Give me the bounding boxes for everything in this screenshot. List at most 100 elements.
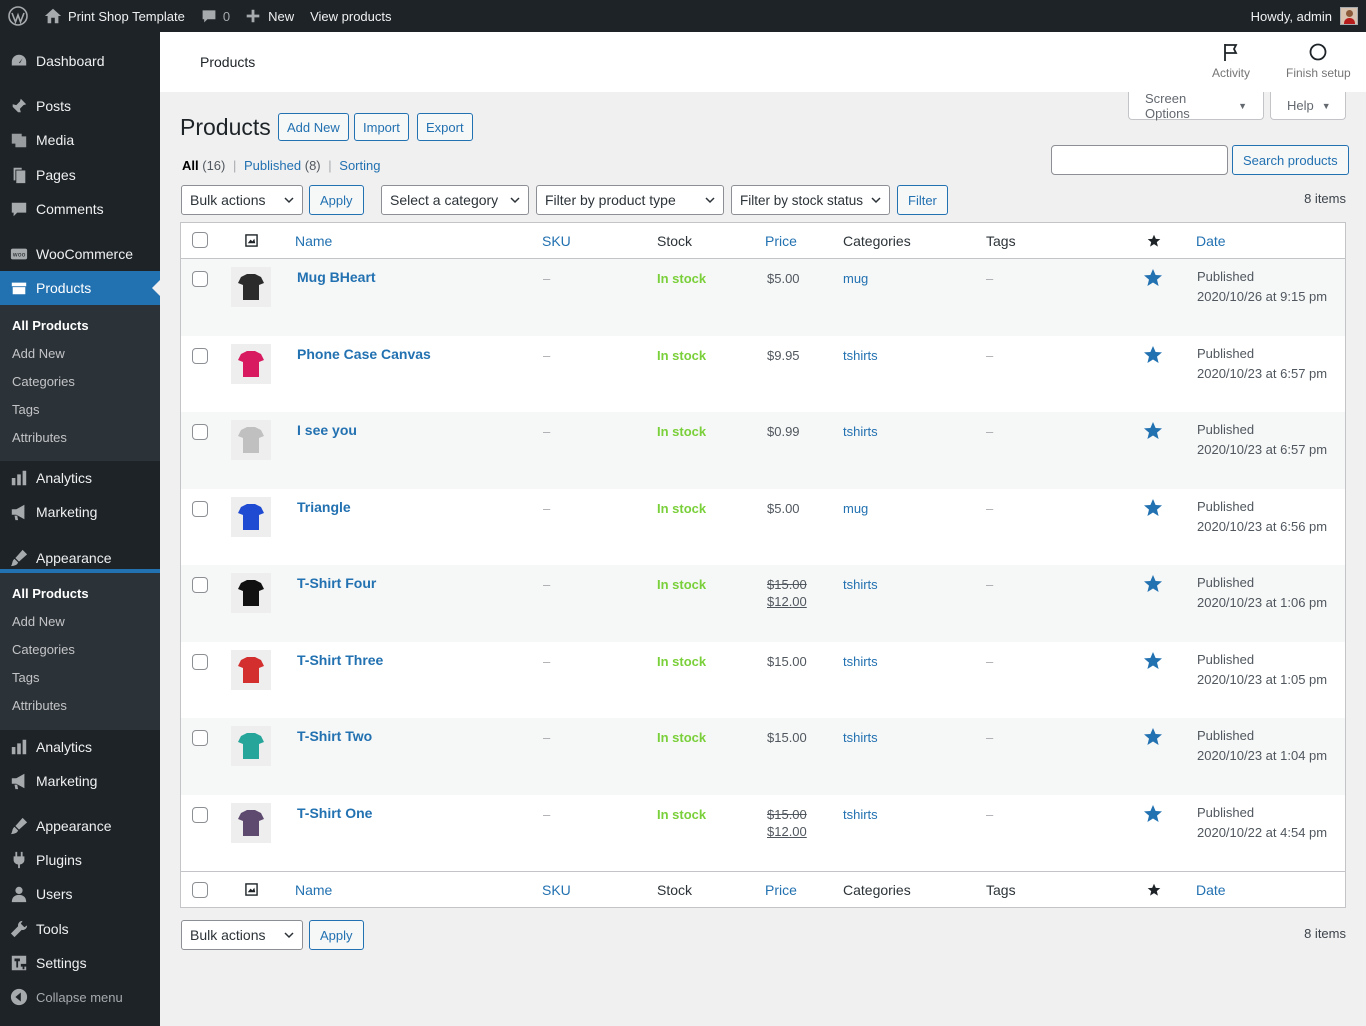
view-published-link[interactable]: Published xyxy=(244,158,301,173)
product-name-link[interactable]: Mug BHeart xyxy=(297,269,376,285)
row-checkbox[interactable] xyxy=(192,653,208,670)
menu-comments[interactable]: Comments xyxy=(0,192,160,226)
submenu-tags[interactable]: Tags xyxy=(0,396,160,424)
help-button[interactable]: Help ▼ xyxy=(1270,92,1346,120)
category-select[interactable]: Select a category xyxy=(381,185,529,215)
product-name-link[interactable]: T-Shirt One xyxy=(297,805,372,821)
menu-analytics[interactable]: Analytics xyxy=(0,461,160,495)
submenu-add-new[interactable]: Add New xyxy=(0,608,160,636)
submenu-attributes[interactable]: Attributes xyxy=(0,692,160,720)
featured-star-icon[interactable] xyxy=(1147,234,1161,251)
product-name-link[interactable]: T-Shirt Three xyxy=(297,652,383,668)
menu-woocommerce[interactable]: woo WooCommerce xyxy=(0,237,160,271)
row-checkbox[interactable] xyxy=(192,577,208,593)
product-thumbnail[interactable] xyxy=(231,496,271,537)
column-sku[interactable]: SKU xyxy=(542,882,571,898)
category-link[interactable]: tshirts xyxy=(843,424,878,439)
menu-appearance-2[interactable]: Appearance xyxy=(0,809,160,843)
submenu-tags[interactable]: Tags xyxy=(0,664,160,692)
product-thumbnail[interactable] xyxy=(231,726,271,766)
featured-star-icon[interactable] xyxy=(1143,421,1163,444)
column-date[interactable]: Date xyxy=(1196,233,1226,249)
submenu-all-products[interactable]: All Products xyxy=(0,312,160,340)
category-link[interactable]: mug xyxy=(843,271,868,286)
product-type-select[interactable]: Filter by product type xyxy=(536,185,724,215)
product-name-link[interactable]: I see you xyxy=(297,422,357,438)
featured-star-icon[interactable] xyxy=(1143,574,1163,597)
add-new-button[interactable]: Add New xyxy=(278,113,349,141)
filter-button[interactable]: Filter xyxy=(897,185,948,215)
product-name-link[interactable]: T-Shirt Four xyxy=(297,575,376,591)
product-thumbnail[interactable] xyxy=(231,420,271,460)
category-link[interactable]: mug xyxy=(843,501,868,516)
featured-star-icon[interactable] xyxy=(1143,727,1163,750)
featured-star-icon[interactable] xyxy=(1143,804,1163,827)
product-name-link[interactable]: Phone Case Canvas xyxy=(297,346,431,362)
export-button[interactable]: Export xyxy=(417,113,473,141)
category-link[interactable]: tshirts xyxy=(843,348,878,363)
submenu-attributes[interactable]: Attributes xyxy=(0,424,160,452)
featured-star-icon[interactable] xyxy=(1143,268,1163,291)
menu-pages[interactable]: Pages xyxy=(0,158,160,192)
featured-star-icon[interactable] xyxy=(1143,345,1163,368)
search-input[interactable] xyxy=(1051,145,1228,175)
select-all-checkbox[interactable] xyxy=(192,882,208,898)
product-name-link[interactable]: Triangle xyxy=(297,499,351,515)
apply-button[interactable]: Apply xyxy=(309,185,364,215)
column-sku[interactable]: SKU xyxy=(542,233,571,249)
my-account[interactable]: Howdy, admin xyxy=(1243,0,1366,32)
comments-link[interactable]: 0 xyxy=(193,0,238,32)
import-button[interactable]: Import xyxy=(354,113,409,141)
product-thumbnail[interactable] xyxy=(231,267,271,307)
submenu-categories[interactable]: Categories xyxy=(0,368,160,396)
row-checkbox[interactable] xyxy=(192,347,208,364)
menu-analytics-2[interactable]: Analytics xyxy=(0,730,160,764)
row-checkbox[interactable] xyxy=(192,424,208,440)
row-checkbox[interactable] xyxy=(192,271,208,287)
view-all-link[interactable]: All xyxy=(182,158,199,173)
bulk-actions-select[interactable]: Bulk actions xyxy=(181,185,303,215)
category-link[interactable]: tshirts xyxy=(843,807,878,822)
column-date[interactable]: Date xyxy=(1196,882,1226,898)
category-link[interactable]: tshirts xyxy=(843,654,878,669)
menu-tools[interactable]: Tools xyxy=(0,912,160,946)
menu-dashboard[interactable]: Dashboard xyxy=(0,44,160,78)
column-price[interactable]: Price xyxy=(765,233,797,249)
wordpress-logo-icon[interactable] xyxy=(0,0,36,32)
menu-plugins[interactable]: Plugins xyxy=(0,843,160,877)
search-products-button[interactable]: Search products xyxy=(1232,145,1349,175)
view-sorting-link[interactable]: Sorting xyxy=(339,158,380,173)
featured-star-icon[interactable] xyxy=(1143,651,1163,674)
menu-posts[interactable]: Posts xyxy=(0,89,160,123)
row-checkbox[interactable] xyxy=(192,806,208,823)
featured-star-icon[interactable] xyxy=(1147,883,1161,900)
menu-products[interactable]: Products xyxy=(0,271,160,305)
product-thumbnail[interactable] xyxy=(231,573,271,613)
apply-button-bottom[interactable]: Apply xyxy=(309,920,364,950)
stock-status-select[interactable]: Filter by stock status xyxy=(731,185,890,215)
product-name-link[interactable]: T-Shirt Two xyxy=(297,728,372,744)
menu-marketing[interactable]: Marketing xyxy=(0,495,160,529)
screen-options-button[interactable]: Screen Options ▼ xyxy=(1128,91,1264,121)
finish-setup-button[interactable]: Finish setup xyxy=(1286,42,1351,88)
view-products-link[interactable]: View products xyxy=(302,0,399,32)
category-link[interactable]: tshirts xyxy=(843,730,878,745)
column-price[interactable]: Price xyxy=(765,882,797,898)
row-checkbox[interactable] xyxy=(192,730,208,746)
product-thumbnail[interactable] xyxy=(231,343,271,384)
submenu-add-new[interactable]: Add New xyxy=(0,340,160,368)
menu-users[interactable]: Users xyxy=(0,877,160,911)
featured-star-icon[interactable] xyxy=(1143,498,1163,521)
menu-media[interactable]: Media xyxy=(0,123,160,157)
row-checkbox[interactable] xyxy=(192,500,208,517)
submenu-categories[interactable]: Categories xyxy=(0,636,160,664)
submenu-all-products[interactable]: All Products xyxy=(0,580,160,608)
site-name-link[interactable]: Print Shop Template xyxy=(36,0,193,32)
collapse-menu[interactable]: Collapse menu xyxy=(0,980,160,1014)
product-thumbnail[interactable] xyxy=(231,802,271,843)
column-name[interactable]: Name xyxy=(295,882,332,898)
select-all-checkbox[interactable] xyxy=(192,232,208,248)
menu-settings[interactable]: Settings xyxy=(0,946,160,980)
product-thumbnail[interactable] xyxy=(231,649,271,690)
column-name[interactable]: Name xyxy=(295,233,332,249)
